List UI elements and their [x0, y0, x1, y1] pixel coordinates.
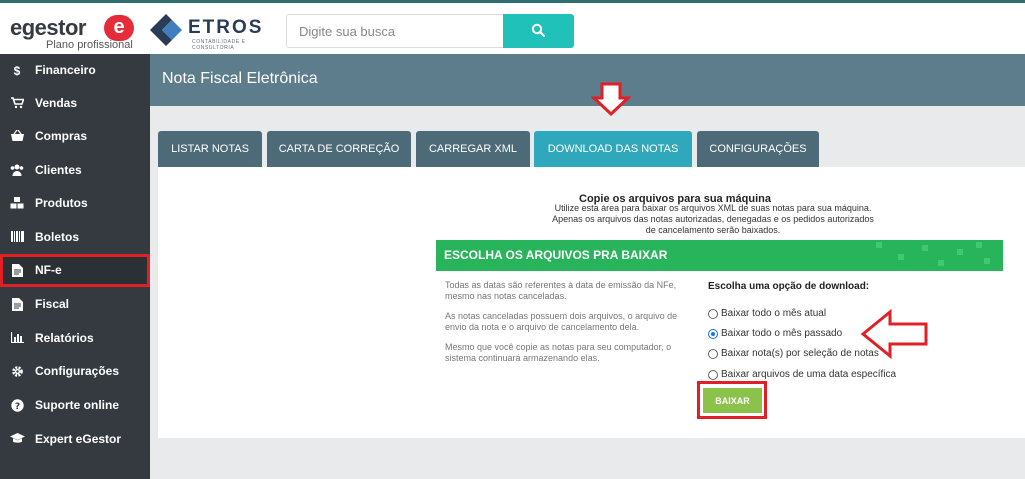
info-note: Mesmo que você copie as notas para seu c… — [445, 342, 672, 363]
document-icon — [10, 298, 24, 312]
decorative-pixel — [984, 258, 990, 264]
option-label: Baixar arquivos de uma data específica — [721, 369, 897, 380]
download-button[interactable]: BAIXAR — [703, 388, 762, 413]
sidebar-item-label: Produtos — [35, 196, 88, 210]
options-title: Escolha uma opção de download: — [708, 281, 870, 292]
egestor-logo-text: egestor — [10, 15, 86, 40]
sidebar-item-nfe[interactable]: NF-e — [0, 254, 150, 287]
barcode-icon — [10, 231, 24, 245]
sidebar-item-label: Financeiro — [35, 63, 96, 77]
sidebar-item-expert-egestor[interactable]: Expert eGestor — [0, 423, 150, 456]
tab-download-das-notas[interactable]: DOWNLOAD DAS NOTAS — [534, 131, 692, 167]
page-header: Nota Fiscal Eletrônica — [150, 54, 1025, 106]
tab-carregar-xml[interactable]: CARREGAR XML — [416, 131, 530, 167]
bar-chart-icon — [10, 332, 24, 346]
sidebar-item-label: Vendas — [35, 96, 78, 110]
decorative-pixel — [957, 249, 963, 255]
svg-text:?: ? — [14, 402, 19, 412]
sidebar-item-label: Configurações — [35, 364, 120, 378]
sidebar-item-suporte-online[interactable]: ? Suporte online — [0, 389, 150, 422]
basket-icon — [10, 129, 24, 144]
tab-carta-de-correcao[interactable]: CARTA DE CORREÇÃO — [267, 131, 411, 167]
top-header: egestor e Plano profissional ETROS CONTA… — [0, 0, 1025, 54]
plan-label: Plano profissional — [46, 39, 133, 51]
radio-button[interactable] — [708, 370, 718, 380]
search-input[interactable] — [286, 14, 504, 48]
section-header: ESCOLHA OS ARQUIVOS PRA BAIXAR — [436, 240, 1003, 271]
etros-logo: ETROS CONTABILIDADE E CONSULTORIA — [148, 12, 273, 51]
option-label: Baixar nota(s) por seleção de notas — [721, 348, 879, 359]
radio-button[interactable] — [708, 349, 718, 359]
etros-logo-mark-icon — [150, 14, 182, 46]
decorative-pixel — [938, 260, 944, 266]
page-footer-area — [150, 438, 1025, 479]
section-title: ESCOLHA OS ARQUIVOS PRA BAIXAR — [444, 248, 668, 262]
graduation-cap-icon — [10, 433, 25, 447]
decorative-pixel — [898, 254, 904, 260]
users-icon — [10, 164, 24, 178]
info-note: As notas canceladas possuem dois arquivo… — [445, 311, 678, 332]
arrow-down-annotation-icon — [591, 82, 631, 116]
radio-button[interactable] — [708, 309, 718, 319]
gear-icon — [10, 365, 24, 379]
radio-button-selected[interactable] — [708, 329, 718, 339]
decorative-pixel — [922, 245, 928, 251]
sidebar-item-clientes[interactable]: Clientes — [0, 154, 150, 187]
decorative-pixel — [976, 242, 982, 248]
document-icon — [10, 264, 24, 278]
search-button[interactable] — [503, 14, 574, 48]
sidebar-item-label: Clientes — [35, 163, 82, 177]
etros-subtitle: CONTABILIDADE E CONSULTORIA — [192, 39, 246, 51]
info-note: Todas as datas são referentes à data de … — [445, 280, 677, 301]
arrow-left-annotation-icon — [860, 309, 928, 359]
sidebar-item-label: Expert eGestor — [35, 432, 122, 446]
sidebar-item-produtos[interactable]: Produtos — [0, 187, 150, 220]
sidebar-item-label: Compras — [35, 129, 88, 143]
sidebar-item-boletos[interactable]: Boletos — [0, 221, 150, 254]
cubes-icon — [10, 197, 24, 211]
sidebar-item-label: Boletos — [35, 230, 80, 244]
sidebar: $ Financeiro Vendas Compras Clientes Pro… — [0, 54, 150, 479]
copy-description: Utilize esta área para baixar os arquivo… — [552, 203, 874, 235]
option-label: Baixar todo o mês atual — [721, 308, 827, 319]
info-notes: Todas as datas são referentes à data de … — [445, 280, 695, 373]
page-title: Nota Fiscal Eletrônica — [162, 70, 318, 87]
sidebar-item-configuracoes[interactable]: Configurações — [0, 355, 150, 388]
sidebar-item-label: Fiscal — [35, 297, 70, 311]
sidebar-item-compras[interactable]: Compras — [0, 120, 150, 153]
option-label: Baixar todo o mês passado — [721, 328, 843, 339]
egestor-logo[interactable]: egestor e Plano profissional — [10, 15, 135, 51]
sidebar-item-vendas[interactable]: Vendas — [0, 87, 150, 120]
question-icon: ? — [10, 399, 24, 413]
sidebar-item-label: NF-e — [35, 263, 62, 277]
tab-configuracoes[interactable]: CONFIGURAÇÕES — [697, 131, 819, 167]
dollar-icon: $ — [13, 64, 21, 78]
sidebar-item-fiscal[interactable]: Fiscal — [0, 288, 150, 321]
search-icon — [531, 23, 545, 37]
sidebar-item-financeiro[interactable]: $ Financeiro — [0, 54, 150, 87]
sidebar-item-relatorios[interactable]: Relatórios — [0, 322, 150, 355]
decorative-pixel — [876, 242, 882, 248]
sidebar-item-label: Suporte online — [35, 398, 119, 412]
tab-listar-notas[interactable]: LISTAR NOTAS — [158, 131, 262, 167]
cart-icon — [10, 97, 25, 111]
egestor-logo-badge: e — [104, 15, 134, 41]
sidebar-item-label: Relatórios — [35, 331, 94, 345]
etros-brand: ETROS — [188, 17, 264, 38]
